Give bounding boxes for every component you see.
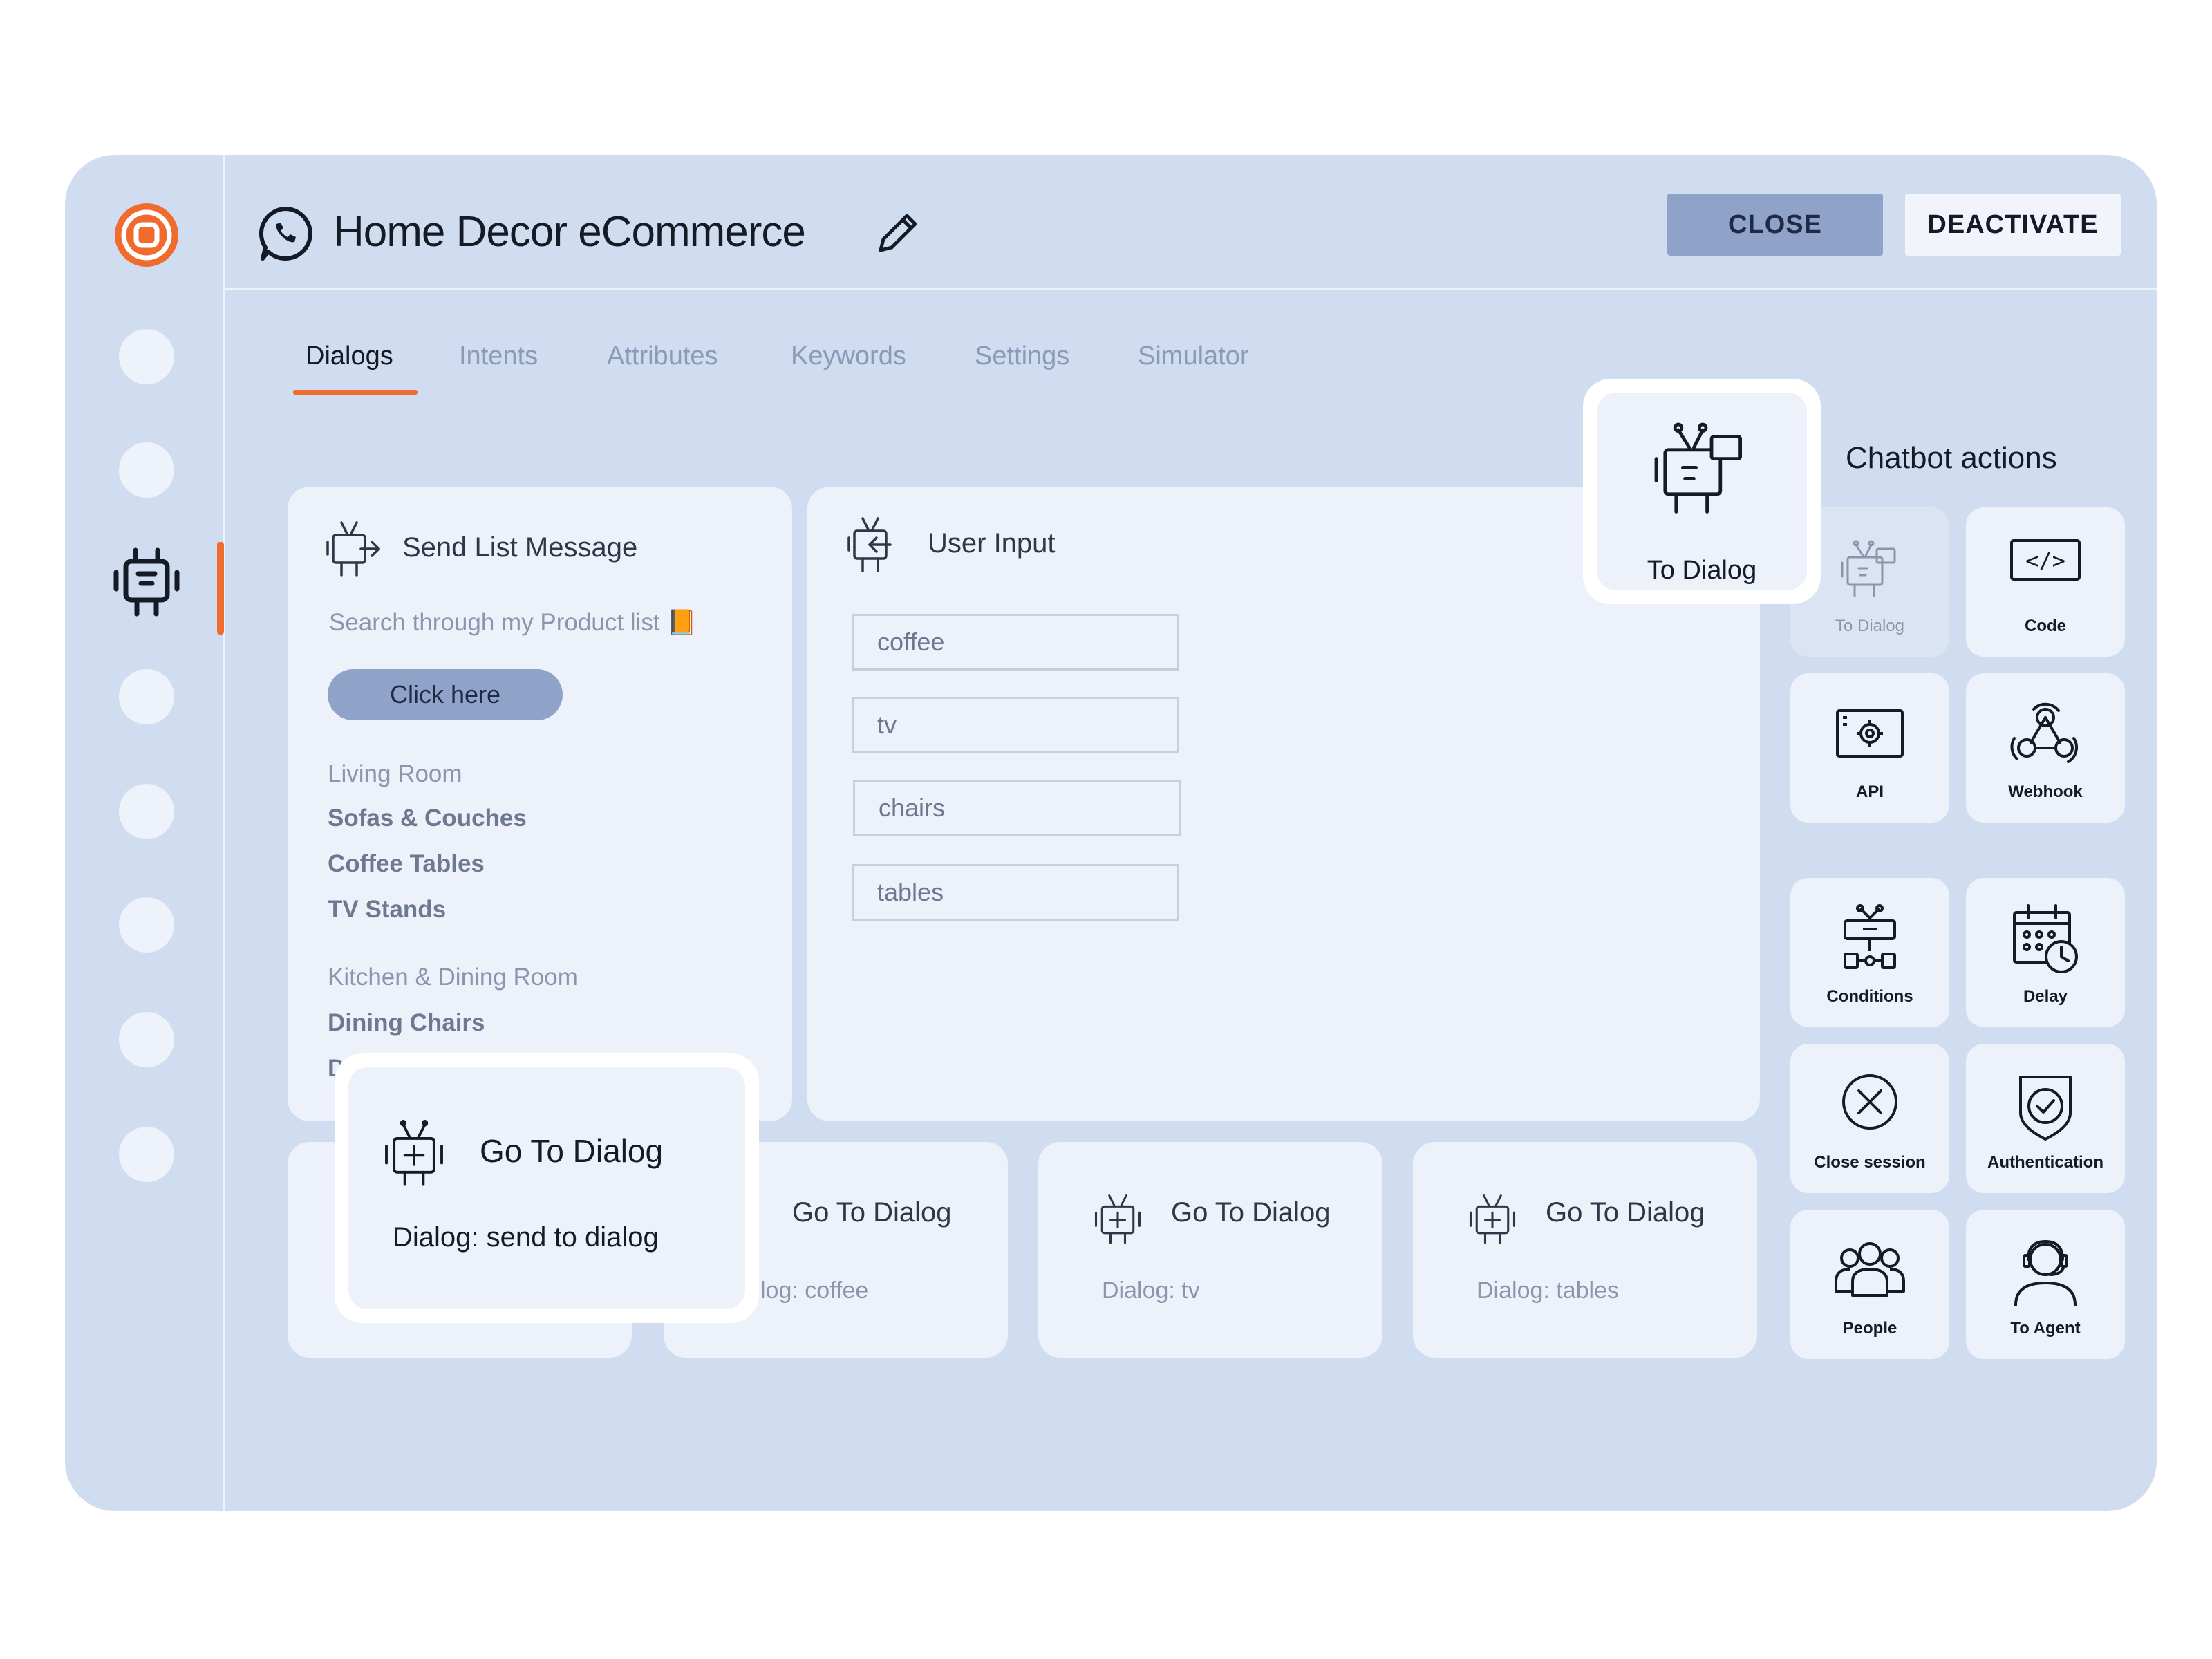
code-icon: </> bbox=[2010, 539, 2081, 581]
user-input-option[interactable]: chairs bbox=[853, 780, 1181, 836]
robot-icon[interactable] bbox=[111, 546, 182, 618]
user-input-option[interactable]: coffee bbox=[852, 614, 1179, 671]
to-dialog-icon bbox=[1841, 540, 1896, 597]
user-input-title: User Input bbox=[928, 528, 1056, 559]
user-input-option[interactable]: tables bbox=[852, 864, 1179, 921]
go-card-title: Go To Dialog bbox=[1546, 1197, 1705, 1228]
send-list-message-card[interactable]: Send List Message Search through my Prod… bbox=[288, 487, 792, 1121]
people-icon bbox=[1835, 1242, 1905, 1297]
robot-go-icon bbox=[1094, 1194, 1141, 1244]
dragged-card-title: Go To Dialog bbox=[480, 1133, 664, 1169]
api-icon bbox=[1836, 709, 1904, 758]
webhook-icon bbox=[2010, 702, 2078, 763]
action-close-session[interactable]: Close session bbox=[1790, 1044, 1949, 1193]
tile-label: Webhook bbox=[2008, 782, 2083, 801]
whatsapp-icon bbox=[259, 206, 312, 261]
go-card-subtitle: log: coffee bbox=[760, 1277, 869, 1304]
tile-label: Close session bbox=[1814, 1153, 1926, 1172]
list-item[interactable]: Coffee Tables bbox=[328, 850, 485, 878]
tile-label: Authentication bbox=[1987, 1153, 2103, 1172]
robot-go-icon bbox=[1469, 1194, 1516, 1244]
action-delay[interactable]: Delay bbox=[1966, 878, 2125, 1027]
to-dialog-icon bbox=[1654, 422, 1742, 514]
action-conditions[interactable]: Conditions bbox=[1790, 878, 1949, 1027]
robot-go-icon bbox=[385, 1119, 443, 1186]
list-item[interactable]: TV Stands bbox=[328, 896, 446, 924]
deactivate-button[interactable]: DEACTIVATE bbox=[1905, 194, 2121, 256]
robot-input-icon bbox=[847, 517, 892, 572]
sidebar-item-5[interactable] bbox=[119, 784, 174, 839]
send-list-title: Send List Message bbox=[402, 532, 638, 563]
sidebar-item-4[interactable] bbox=[119, 669, 174, 724]
list-section-living-room: Living Room bbox=[328, 760, 462, 787]
close-button[interactable]: CLOSE bbox=[1667, 194, 1883, 256]
tab-settings[interactable]: Settings bbox=[975, 341, 1069, 371]
dragged-go-to-dialog-card[interactable]: Go To Dialog Dialog: send to dialog bbox=[335, 1053, 759, 1323]
go-card-title: Go To Dialog bbox=[1171, 1197, 1331, 1228]
dragged-to-dialog-tile[interactable]: To Dialog bbox=[1583, 379, 1821, 604]
tile-label: To Dialog bbox=[1835, 617, 1905, 635]
sidebar-item-2[interactable] bbox=[119, 442, 174, 498]
tile-label: Code bbox=[2025, 617, 2066, 635]
list-item[interactable]: Sofas & Couches bbox=[328, 805, 527, 832]
sidebar-item-7[interactable] bbox=[119, 1012, 174, 1067]
list-item[interactable]: Dining Chairs bbox=[328, 1009, 485, 1037]
click-here-button[interactable]: Click here bbox=[328, 669, 563, 720]
send-list-subtitle: Search through my Product list 📙 bbox=[329, 609, 697, 636]
tab-keywords[interactable]: Keywords bbox=[791, 341, 906, 371]
tile-label: To Agent bbox=[2010, 1319, 2081, 1338]
user-input-option[interactable]: tv bbox=[852, 697, 1179, 753]
tab-attributes[interactable]: Attributes bbox=[607, 341, 718, 371]
delay-icon bbox=[2013, 904, 2078, 973]
logo-icon[interactable] bbox=[112, 200, 181, 270]
tab-intents[interactable]: Intents bbox=[459, 341, 538, 371]
sidebar-item-6[interactable] bbox=[119, 897, 174, 953]
close-session-icon bbox=[1842, 1074, 1897, 1130]
conditions-icon bbox=[1844, 904, 1896, 969]
chatbot-actions-title: Chatbot actions bbox=[1846, 441, 2057, 475]
tile-label: People bbox=[1842, 1319, 1897, 1338]
list-section-kitchen: Kitchen & Dining Room bbox=[328, 964, 578, 991]
tile-label: Delay bbox=[2023, 987, 2068, 1006]
go-card-title: Go To Dialog bbox=[792, 1197, 952, 1228]
action-people[interactable]: People bbox=[1790, 1210, 1949, 1359]
authentication-icon bbox=[2019, 1076, 2072, 1141]
pencil-icon[interactable] bbox=[874, 207, 924, 257]
action-to-agent[interactable]: To Agent bbox=[1966, 1210, 2125, 1359]
tile-label: API bbox=[1855, 782, 1884, 801]
sidebar-item-8[interactable] bbox=[119, 1127, 174, 1182]
tab-dialogs[interactable]: Dialogs bbox=[306, 341, 393, 371]
sidebar-divider bbox=[223, 155, 225, 1511]
action-authentication[interactable]: Authentication bbox=[1966, 1044, 2125, 1193]
tab-active-underline bbox=[293, 390, 418, 395]
go-card-subtitle: Dialog: tv bbox=[1102, 1277, 1200, 1304]
action-code[interactable]: </> Code bbox=[1966, 507, 2125, 657]
go-card-subtitle: Dialog: tables bbox=[1477, 1277, 1620, 1304]
sidebar-active-indicator bbox=[217, 542, 224, 635]
robot-send-icon bbox=[326, 521, 380, 577]
header-divider bbox=[225, 288, 2157, 290]
to-agent-icon bbox=[2014, 1240, 2077, 1306]
tile-label: Conditions bbox=[1826, 987, 1913, 1006]
svg-text:</>: </> bbox=[2025, 547, 2065, 574]
page-title: Home Decor eCommerce bbox=[333, 208, 806, 256]
sidebar-item-1[interactable] bbox=[119, 329, 174, 384]
dragged-tile-label: To Dialog bbox=[1647, 556, 1757, 585]
dragged-card-subtitle: Dialog: send to dialog bbox=[393, 1222, 659, 1253]
action-webhook[interactable]: Webhook bbox=[1966, 673, 2125, 823]
go-to-dialog-card[interactable]: Go To Dialog Dialog: tv bbox=[1038, 1142, 1382, 1358]
tab-simulator[interactable]: Simulator bbox=[1138, 341, 1249, 371]
action-api[interactable]: API bbox=[1790, 673, 1949, 823]
go-to-dialog-card[interactable]: Go To Dialog Dialog: tables bbox=[1413, 1142, 1757, 1358]
